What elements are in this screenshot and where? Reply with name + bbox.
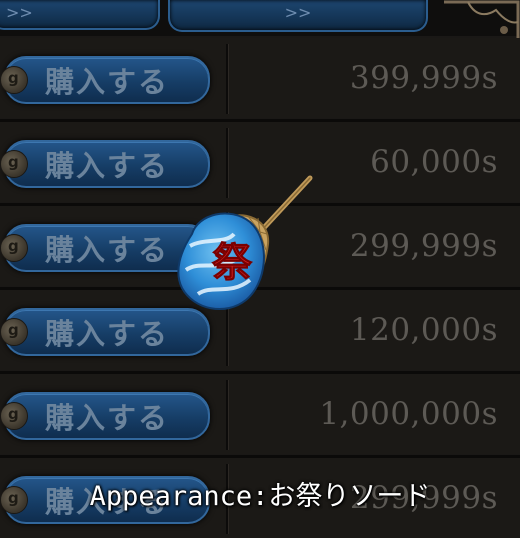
coin-icon: [0, 402, 28, 430]
coin-icon: [0, 486, 28, 514]
buy-button-label: 購入する: [44, 149, 169, 183]
nav-left-label: >>: [6, 3, 33, 22]
buy-button-label: 購入する: [44, 317, 169, 351]
price-label: 399,999s: [349, 60, 498, 96]
ornament-corner-icon: [444, 0, 520, 38]
item-caption: Appearance:お祭りソード: [89, 481, 431, 512]
buy-button[interactable]: 購入する: [4, 392, 210, 440]
buy-button-label: 購入する: [44, 65, 169, 99]
nav-left-button[interactable]: >>: [0, 0, 160, 30]
buy-button-label: 購入する: [44, 401, 169, 435]
list-item: 購入する 1,000,000s: [0, 374, 520, 454]
fan-text: 祭: [212, 240, 253, 286]
coin-icon: [0, 234, 28, 262]
coin-icon: [0, 150, 28, 178]
top-nav: >> >>: [0, 0, 520, 38]
nav-right-label: >>: [284, 3, 312, 22]
price-label: 299,999s: [349, 228, 498, 264]
price-label: 120,000s: [349, 312, 498, 348]
coin-icon: [0, 318, 28, 346]
price-label: 1,000,000s: [319, 396, 498, 432]
price-label: 60,000s: [370, 144, 498, 180]
buy-button-label: 購入する: [44, 233, 169, 267]
coin-icon: [0, 66, 28, 94]
buy-button[interactable]: 購入する: [4, 56, 210, 104]
nav-right-button[interactable]: >>: [168, 0, 428, 32]
festival-uchiwa-fan-icon: 祭: [177, 175, 313, 311]
list-item: 購入する 399,999s: [0, 38, 520, 118]
